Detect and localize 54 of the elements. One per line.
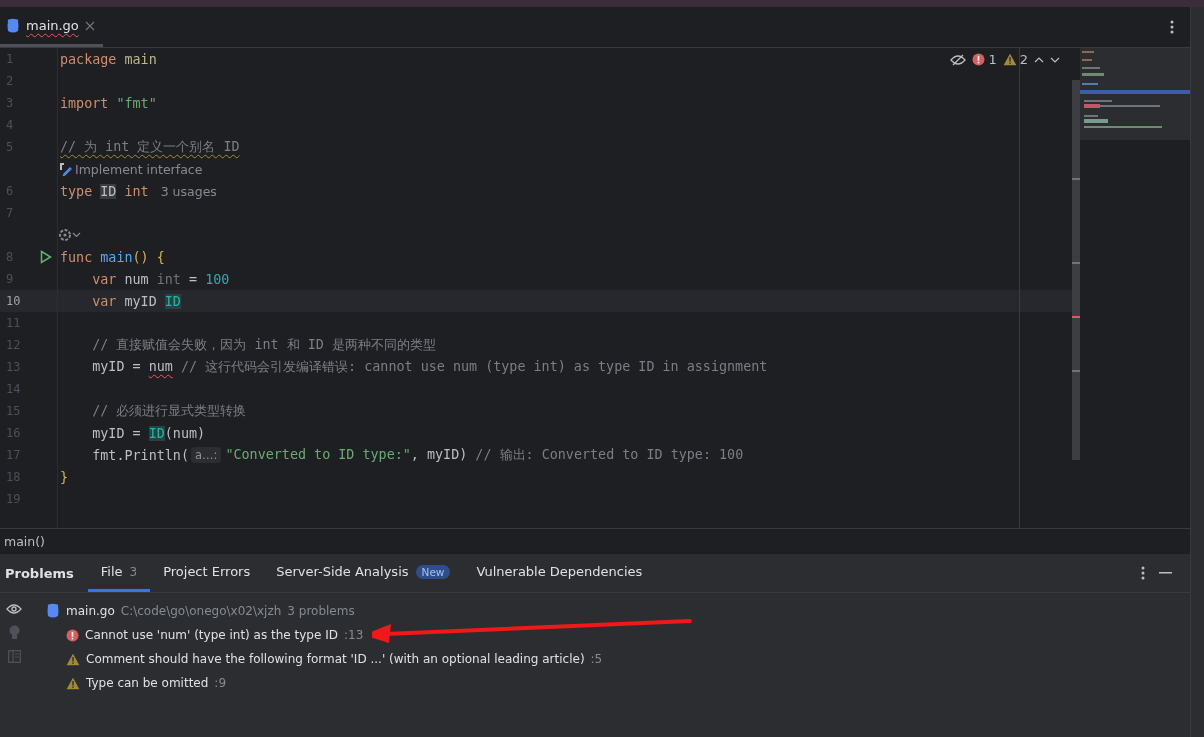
panel-tab[interactable]: Server-Side Analysis New — [263, 554, 464, 592]
go-file-icon — [46, 603, 60, 619]
chevron-down-icon[interactable] — [1050, 56, 1060, 63]
eye-icon[interactable] — [6, 603, 22, 615]
close-icon[interactable] — [84, 20, 95, 31]
caret-icon[interactable] — [72, 232, 81, 238]
error-count[interactable]: 1 — [988, 52, 997, 67]
warning-icon — [1002, 53, 1017, 66]
panel-tab[interactable]: File 3 — [87, 554, 151, 592]
usages-hint[interactable]: 3 usages — [160, 183, 217, 199]
error-icon — [972, 53, 986, 66]
chevron-up-icon[interactable] — [1034, 56, 1044, 63]
more-icon[interactable] — [1141, 566, 1145, 580]
problem-line: :13 — [343, 628, 364, 642]
problem-message[interactable]: Cannot use 'num' (type int) as the type ID — [85, 628, 338, 642]
parameter-hint: a…: — [191, 447, 222, 463]
gear-icon[interactable] — [58, 228, 72, 242]
scrollbar[interactable] — [1072, 80, 1080, 460]
code-text: var myID ID — [91, 293, 181, 309]
hidden-eye-icon[interactable] — [950, 53, 967, 66]
code-text: myID = num // 这行代码会引发编译错误: cannot use num (type int) as type ID in assignment — [91, 358, 768, 376]
problem-message[interactable]: Type can be omitted — [86, 676, 209, 690]
code-text: var num int = 100 — [91, 271, 230, 287]
panel-tab[interactable]: Project Errors — [150, 554, 264, 592]
code-text: // 必须进行显式类型转换 — [91, 402, 247, 420]
file-tab[interactable]: main.go — [0, 7, 103, 47]
code-text: } — [59, 469, 69, 485]
line-number: 10 — [5, 294, 22, 308]
panel-title: Problems — [4, 565, 75, 581]
warning-icon — [66, 652, 80, 666]
code-text: fmt.Println( — [91, 447, 189, 463]
file-path: C:\code\go\onego\x02\xjzh — [120, 604, 282, 618]
error-icon — [66, 628, 79, 642]
code-text: func main() { — [59, 249, 165, 265]
warning-count[interactable]: 2 — [1019, 52, 1028, 67]
code-text: import "fmt" — [59, 95, 157, 111]
go-file-icon — [6, 17, 20, 34]
problem-message[interactable]: Comment should have the following format 'ID ...' (with an optional leading article) — [86, 652, 585, 666]
breadcrumb[interactable]: main() — [4, 533, 45, 549]
file-name[interactable]: main.go — [66, 604, 115, 618]
code-text: package main — [59, 51, 157, 67]
implement-interface-hint[interactable]: Implement interface — [75, 161, 203, 177]
code-text: "Converted to ID type:", myID) // 输出: Converted to ID type: 100 — [224, 446, 744, 464]
implement-icon — [58, 162, 72, 176]
problem-line: :5 — [590, 652, 603, 666]
more-icon[interactable] — [1170, 20, 1174, 34]
code-text: // 直接赋值会失败，因为 int 和 ID 是两种不同的类型 — [91, 336, 436, 354]
warning-icon — [66, 676, 80, 690]
code-text: myID = ID(num) — [91, 425, 206, 441]
code-text: type ID int — [59, 183, 149, 199]
panel-tab[interactable]: Vulnerable Dependencies — [463, 554, 656, 592]
run-icon[interactable] — [40, 250, 52, 264]
problem-line: :9 — [214, 676, 227, 690]
problem-count: 3 problems — [287, 604, 355, 618]
